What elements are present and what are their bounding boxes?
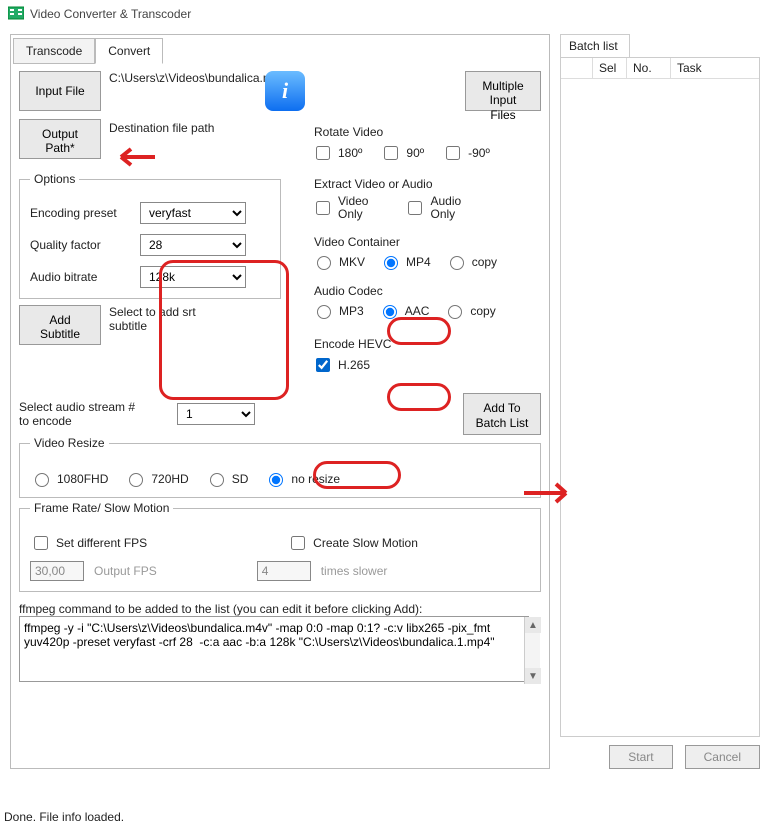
batch-col-no: No. xyxy=(627,58,671,78)
framerate-legend: Frame Rate/ Slow Motion xyxy=(30,501,173,515)
batch-col-blank xyxy=(561,58,593,78)
info-icon[interactable]: i xyxy=(265,71,305,111)
scroll-down-icon[interactable]: ▼ xyxy=(525,668,541,684)
subtitle-hint: Select to add srt subtitle xyxy=(109,305,229,333)
titlebar: Video Converter & Transcoder xyxy=(0,0,770,28)
main-panel: Transcode Convert Input File C:\Users\z\… xyxy=(10,34,550,769)
rotate-legend: Rotate Video xyxy=(314,125,537,139)
app-icon xyxy=(8,5,24,24)
batch-col-sel: Sel xyxy=(593,58,627,78)
rotate-90-check[interactable]: 90º xyxy=(380,143,424,163)
create-slowmo-check[interactable]: Create Slow Motion xyxy=(287,533,418,553)
set-fps-check[interactable]: Set different FPS xyxy=(30,533,147,553)
slowmo-input[interactable] xyxy=(257,561,311,581)
start-button[interactable]: Start xyxy=(609,745,672,769)
fps-input[interactable] xyxy=(30,561,84,581)
batch-col-task: Task xyxy=(671,58,759,78)
multiple-input-files-button[interactable]: Multiple Input Files xyxy=(465,71,541,111)
input-file-path: C:\Users\z\Videos\bundalica.m4v xyxy=(109,71,257,85)
resize-none-radio[interactable]: no resize xyxy=(264,470,340,487)
add-to-batch-button[interactable]: Add To Batch List xyxy=(463,393,541,435)
fps-hint: Output FPS xyxy=(94,564,157,578)
tab-convert[interactable]: Convert xyxy=(95,38,163,64)
ffmpeg-cmd-label: ffmpeg command to be added to the list (… xyxy=(19,602,541,616)
add-subtitle-button[interactable]: Add Subtitle xyxy=(19,305,101,345)
container-mp4-radio[interactable]: MP4 xyxy=(379,253,431,270)
container-copy-radio[interactable]: copy xyxy=(445,253,497,270)
resize-1080-radio[interactable]: 1080FHD xyxy=(30,470,108,487)
slowmo-hint: times slower xyxy=(321,564,388,578)
cancel-button[interactable]: Cancel xyxy=(685,745,760,769)
resize-720-radio[interactable]: 720HD xyxy=(124,470,188,487)
audio-bitrate-label: Audio bitrate xyxy=(30,270,140,284)
ffmpeg-cmd-textarea[interactable]: ffmpeg -y -i "C:\Users\z\Videos\bundalic… xyxy=(19,616,529,682)
rotate-neg90-check[interactable]: -90º xyxy=(442,143,490,163)
extract-legend: Extract Video or Audio xyxy=(314,177,537,191)
audio-bitrate-select[interactable]: 128k xyxy=(140,266,246,288)
batch-list-table: Sel No. Task xyxy=(560,57,760,737)
hevc-legend: Encode HEVC xyxy=(314,337,537,351)
audio-stream-label: Select audio stream # to encode xyxy=(19,400,169,428)
options-legend: Options xyxy=(30,172,79,186)
quality-factor-select[interactable]: 28 xyxy=(140,234,246,256)
output-path-button[interactable]: Output Path* xyxy=(19,119,101,159)
acodec-legend: Audio Codec xyxy=(314,284,537,298)
quality-factor-label: Quality factor xyxy=(30,238,140,252)
acodec-aac-radio[interactable]: AAC xyxy=(378,302,430,319)
extract-video-only-check[interactable]: Video Only xyxy=(312,195,368,221)
output-dest-label: Destination file path xyxy=(109,119,214,135)
status-bar: Done. File info loaded. xyxy=(4,810,124,824)
hevc-h265-check[interactable]: H.265 xyxy=(312,355,370,375)
scroll-up-icon[interactable]: ▲ xyxy=(525,617,541,633)
batch-list-title: Batch list xyxy=(560,34,630,57)
acodec-mp3-radio[interactable]: MP3 xyxy=(312,302,364,319)
resize-legend: Video Resize xyxy=(30,436,109,450)
window-title: Video Converter & Transcoder xyxy=(30,7,191,21)
tab-transcode[interactable]: Transcode xyxy=(13,38,95,64)
acodec-copy-radio[interactable]: copy xyxy=(443,302,495,319)
encoding-preset-select[interactable]: veryfast xyxy=(140,202,246,224)
audio-stream-select[interactable]: 1 xyxy=(177,403,255,425)
resize-sd-radio[interactable]: SD xyxy=(205,470,249,487)
extract-audio-only-check[interactable]: Audio Only xyxy=(404,195,461,221)
encoding-preset-label: Encoding preset xyxy=(30,206,140,220)
container-legend: Video Container xyxy=(314,235,537,249)
container-mkv-radio[interactable]: MKV xyxy=(312,253,365,270)
input-file-button[interactable]: Input File xyxy=(19,71,101,111)
rotate-180-check[interactable]: 180º xyxy=(312,143,362,163)
